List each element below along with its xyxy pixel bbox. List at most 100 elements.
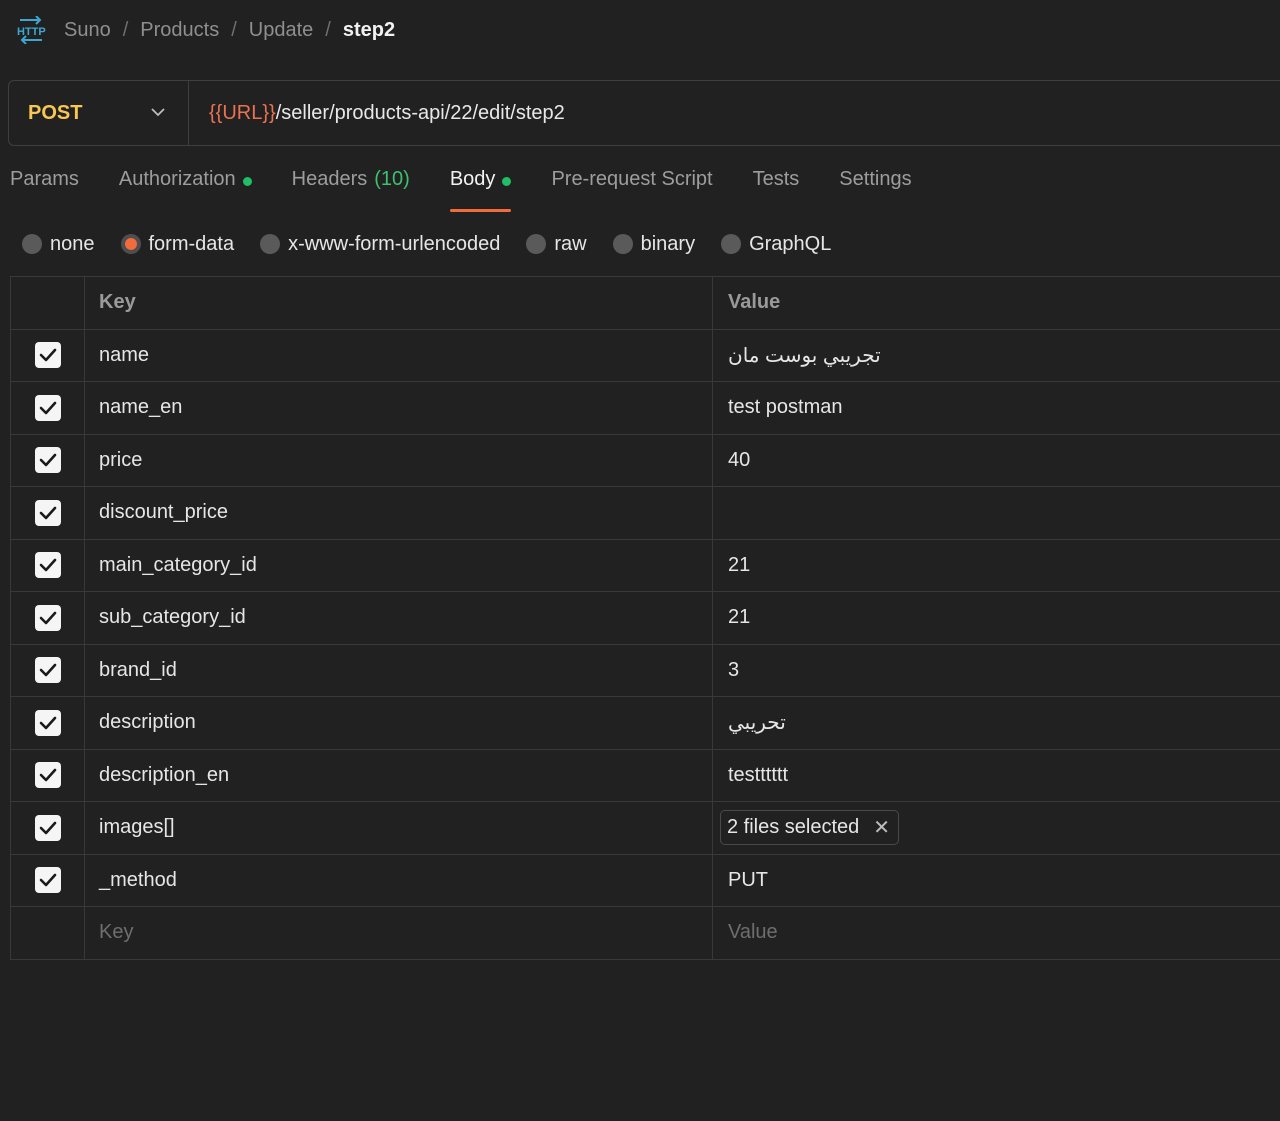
- value-cell[interactable]: [712, 486, 1280, 540]
- key-cell[interactable]: _method: [84, 853, 713, 907]
- checkmark-icon: [39, 716, 56, 730]
- radio-raw[interactable]: raw: [526, 233, 587, 256]
- key-cell[interactable]: name_en: [84, 381, 713, 435]
- radio-form-data[interactable]: form-data: [120, 233, 234, 256]
- table-row: main_category_id 21: [10, 538, 1280, 592]
- request-name[interactable]: step2: [343, 19, 395, 42]
- breadcrumb-item-suno[interactable]: Suno: [64, 19, 111, 42]
- table-row: name تجريبي بوست مان: [10, 328, 1280, 382]
- close-icon[interactable]: ✕: [873, 815, 890, 840]
- key-cell[interactable]: brand_id: [84, 643, 713, 697]
- value-cell[interactable]: test postman: [712, 381, 1280, 435]
- row-checkbox[interactable]: [34, 447, 61, 474]
- key-cell[interactable]: price: [84, 433, 713, 487]
- value-cell[interactable]: testttttt: [712, 748, 1280, 802]
- value-cell[interactable]: 3: [712, 643, 1280, 697]
- radio-binary[interactable]: binary: [612, 232, 696, 256]
- row-checkbox[interactable]: [34, 394, 61, 421]
- form-data-table: Key Value name تجريبي بوست مان name_en test…: [10, 276, 1280, 960]
- row-checkbox[interactable]: [34, 709, 61, 736]
- key-input-placeholder[interactable]: Key: [84, 906, 713, 960]
- files-selected-chip[interactable]: 2 files selected ✕: [720, 810, 900, 846]
- checkmark-icon: [39, 821, 56, 835]
- tab-count: (10): [374, 168, 410, 190]
- check-cell: [10, 538, 85, 592]
- table-row: description تحريبي: [10, 696, 1280, 750]
- header-key: Key: [84, 276, 713, 330]
- radio-none[interactable]: none: [22, 233, 95, 256]
- value-cell[interactable]: تحريبي: [712, 696, 1280, 750]
- value-cell[interactable]: 21: [712, 591, 1280, 645]
- radio-graphql[interactable]: GraphQL: [721, 233, 831, 256]
- key-cell[interactable]: discount_price: [84, 486, 713, 540]
- row-checkbox[interactable]: [34, 762, 61, 789]
- row-checkbox[interactable]: [34, 867, 61, 894]
- radio-x-www-form-urlencoded[interactable]: x-www-form-urlencoded: [260, 233, 500, 256]
- radio-label: binary: [640, 232, 696, 255]
- tab-label: Pre-request Script: [551, 168, 713, 190]
- key-cell[interactable]: main_category_id: [84, 538, 713, 592]
- row-checkbox[interactable]: [34, 604, 61, 631]
- table-row-new: Key Value: [10, 906, 1280, 960]
- tab-body[interactable]: Body: [449, 168, 512, 214]
- method-select[interactable]: POST: [9, 81, 189, 145]
- breadcrumb-separator: /: [231, 18, 237, 41]
- tab-tests[interactable]: Tests: [753, 168, 800, 214]
- row-checkbox[interactable]: [34, 342, 61, 369]
- radio-selected-icon: [120, 234, 141, 254]
- value-input-placeholder[interactable]: Value: [712, 906, 1280, 960]
- checkmark-icon: [39, 663, 56, 677]
- row-checkbox[interactable]: [34, 552, 61, 579]
- check-cell: [10, 853, 85, 907]
- tab-pre-request-script[interactable]: Pre-request Script: [551, 168, 712, 214]
- value-cell[interactable]: 40: [712, 433, 1280, 487]
- table-row: images[] 2 files selected ✕: [10, 801, 1280, 855]
- svg-text:HTTP: HTTP: [17, 26, 46, 38]
- header-value: Value: [712, 276, 1280, 330]
- row-checkbox[interactable]: [34, 814, 61, 841]
- check-cell: [10, 643, 85, 697]
- checkmark-icon: [39, 558, 56, 572]
- url-variable: {{URL}}: [209, 101, 276, 124]
- check-cell: [10, 801, 85, 855]
- tab-label: Body: [449, 168, 496, 190]
- checkmark-icon: [39, 768, 56, 782]
- breadcrumb-item-update[interactable]: Update: [249, 19, 314, 42]
- table-row: discount_price: [10, 486, 1280, 540]
- row-checkbox[interactable]: [34, 499, 61, 526]
- table-header-row: Key Value: [10, 276, 1280, 330]
- key-cell[interactable]: images[]: [84, 801, 713, 855]
- method-label: POST: [28, 101, 83, 124]
- value-cell[interactable]: PUT: [712, 853, 1280, 907]
- table-body: name تجريبي بوست مان name_en test postman pr…: [10, 328, 1280, 907]
- table-row: brand_id 3: [10, 643, 1280, 697]
- radio-label: GraphQL: [749, 232, 832, 255]
- key-cell[interactable]: description: [84, 696, 713, 750]
- checkmark-icon: [39, 453, 56, 467]
- url-input[interactable]: {{URL}}/seller/products-api/22/edit/step…: [209, 102, 565, 125]
- chevron-down-icon: [150, 104, 166, 122]
- tab-params[interactable]: Params: [10, 168, 79, 214]
- breadcrumb-separator: /: [122, 18, 129, 41]
- tab-authorization[interactable]: Authorization: [119, 168, 252, 214]
- check-cell: [10, 906, 85, 960]
- checkmark-icon: [39, 348, 56, 362]
- row-checkbox[interactable]: [34, 657, 61, 684]
- check-cell: [10, 328, 85, 382]
- key-cell[interactable]: name: [84, 328, 713, 382]
- check-cell: [10, 433, 85, 487]
- tab-settings[interactable]: Settings: [839, 168, 911, 214]
- tab-headers[interactable]: Headers (10): [292, 168, 410, 214]
- key-cell[interactable]: sub_category_id: [84, 591, 713, 645]
- files-selected-label: 2 files selected: [727, 816, 860, 839]
- value-cell[interactable]: 21: [712, 538, 1280, 592]
- checkmark-icon: [39, 873, 56, 887]
- key-cell[interactable]: description_en: [84, 748, 713, 802]
- breadcrumb-item-products[interactable]: Products: [140, 19, 219, 42]
- radio-label: none: [50, 232, 95, 255]
- tab-label: Settings: [839, 168, 912, 190]
- value-cell[interactable]: 2 files selected ✕: [712, 801, 1280, 855]
- check-cell: [10, 696, 85, 750]
- value-cell[interactable]: تجريبي بوست مان: [712, 328, 1280, 382]
- checkmark-icon: [39, 506, 56, 520]
